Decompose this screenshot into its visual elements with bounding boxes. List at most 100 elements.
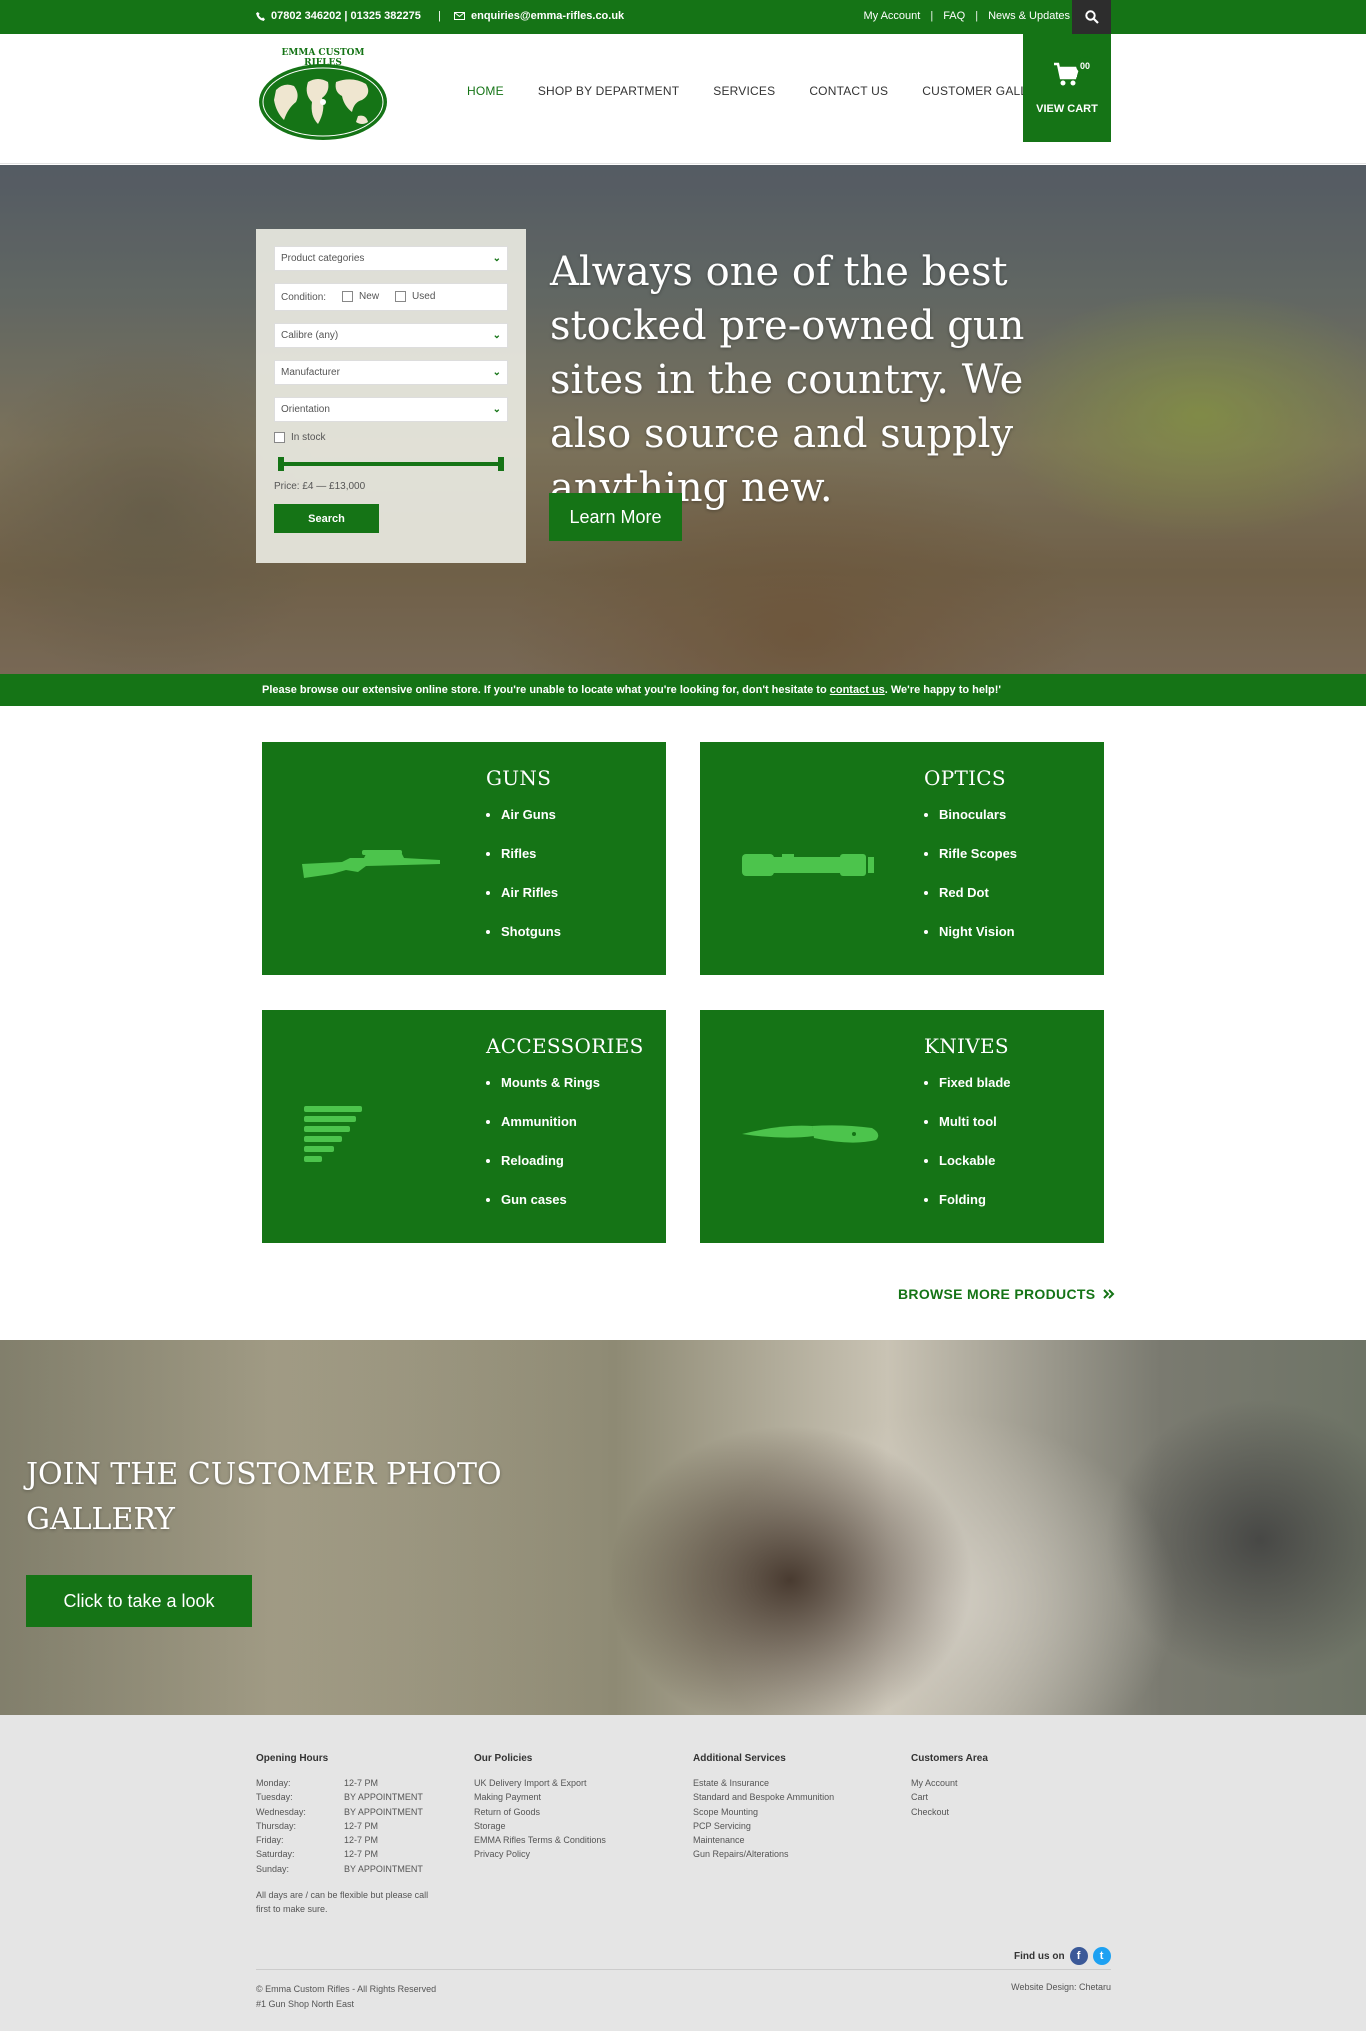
learn-more-button[interactable]: Learn More xyxy=(549,493,682,541)
in-stock-checkbox[interactable] xyxy=(274,432,285,443)
nav-contact-us[interactable]: CONTACT US xyxy=(809,84,888,98)
price-range-text: Price: £4 — £13,000 xyxy=(274,481,366,492)
checkbox[interactable] xyxy=(395,291,407,303)
price-slider-max-handle[interactable] xyxy=(498,457,504,471)
search-button[interactable] xyxy=(1072,0,1111,34)
category-link[interactable]: Shotguns xyxy=(486,924,561,963)
category-card-optics[interactable]: OPTICS Binoculars Rifle Scopes Red Dot N… xyxy=(700,742,1104,975)
hours-day: Friday: xyxy=(256,1835,284,1846)
condition-used-option[interactable]: Used xyxy=(395,291,436,303)
category-link[interactable]: Ammunition xyxy=(486,1114,600,1153)
link-my-account[interactable]: My Account xyxy=(863,10,920,22)
footer-link[interactable]: Estate & Insurance xyxy=(693,1776,834,1790)
footer-link[interactable]: Scope Mounting xyxy=(693,1805,834,1819)
footer-link[interactable]: PCP Servicing xyxy=(693,1819,834,1833)
hours-time: BY APPOINTMENT xyxy=(344,1863,423,1874)
browse-info-bar: Please browse our extensive online store… xyxy=(0,674,1366,706)
in-stock-option[interactable]: In stock xyxy=(274,432,508,443)
category-link[interactable]: Fixed blade xyxy=(924,1075,1011,1114)
category-link[interactable]: Rifle Scopes xyxy=(924,846,1017,885)
checkbox[interactable] xyxy=(342,291,354,303)
hours-time: 12-7 PM xyxy=(344,1778,379,1788)
condition-new-option[interactable]: New xyxy=(342,291,380,303)
category-link[interactable]: Lockable xyxy=(924,1153,1011,1192)
nav-shop-by-department[interactable]: SHOP BY DEPARTMENT xyxy=(538,84,679,98)
select-value: Product categories xyxy=(281,253,365,264)
email-contact[interactable]: enquiries@emma-rifles.co.uk xyxy=(454,10,624,22)
facebook-icon[interactable]: f xyxy=(1069,1947,1088,1965)
option-label: Used xyxy=(412,291,436,303)
footer-copyright: © Emma Custom Rifles - All Rights Reserv… xyxy=(256,1982,436,2012)
category-card-accessories[interactable]: ACCESSORIES Mounts & Rings Ammunition Re… xyxy=(262,1010,666,1243)
browse-more-products-link[interactable]: BROWSE MORE PRODUCTS xyxy=(898,1286,1115,1302)
category-card-knives[interactable]: KNIVES Fixed blade Multi tool Lockable F… xyxy=(700,1010,1104,1243)
category-card-guns[interactable]: GUNS Air Guns Rifles Air Rifles Shotguns xyxy=(262,742,666,975)
category-link[interactable]: Rifles xyxy=(486,846,561,885)
link-news[interactable]: News & Updates xyxy=(988,10,1070,22)
hours-row: Saturday: 12-7 PM xyxy=(256,1847,436,1861)
site-logo[interactable]: EMMA CUSTOM RIFLES xyxy=(256,42,390,146)
website-design-credit[interactable]: Website Design: Chetaru xyxy=(1011,1982,1111,1992)
footer-link[interactable]: Storage xyxy=(474,1819,606,1833)
browse-more-label: BROWSE MORE PRODUCTS xyxy=(898,1286,1096,1302)
category-link[interactable]: Night Vision xyxy=(924,924,1017,963)
category-link[interactable]: Gun cases xyxy=(486,1192,600,1231)
category-link[interactable]: Air Rifles xyxy=(486,885,561,924)
select-value: Orientation xyxy=(281,404,330,415)
footer-link[interactable]: Standard and Bespoke Ammunition xyxy=(693,1790,834,1804)
hours-day: Thursday: xyxy=(256,1820,297,1831)
footer-link[interactable]: UK Delivery Import & Export xyxy=(474,1776,606,1790)
footer-link[interactable]: Privacy Policy xyxy=(474,1847,606,1861)
manufacturer-select[interactable]: Manufacturer ⌄ xyxy=(274,360,508,385)
nav-home[interactable]: HOME xyxy=(467,84,504,98)
gallery-title: JOIN THE CUSTOMER PHOTO GALLERY xyxy=(26,1457,502,1537)
footer-link[interactable]: Cart xyxy=(911,1790,988,1804)
footer-link[interactable]: Maintenance xyxy=(693,1833,834,1847)
product-categories-select[interactable]: Product categories ⌄ xyxy=(274,246,508,271)
email-address: enquiries@emma-rifles.co.uk xyxy=(471,10,625,22)
category-link[interactable]: Binoculars xyxy=(924,807,1017,846)
topbar-links: My Account | FAQ | News & Updates xyxy=(863,10,1070,22)
category-list: Mounts & Rings Ammunition Reloading Gun … xyxy=(486,1075,600,1231)
footer-divider xyxy=(256,1969,1111,1970)
chevron-down-icon: ⌄ xyxy=(492,330,501,341)
category-link[interactable]: Air Guns xyxy=(486,807,561,846)
footer-services: Additional Services Estate & Insurance S… xyxy=(693,1753,834,1862)
calibre-select[interactable]: Calibre (any) ⌄ xyxy=(274,323,508,348)
category-link[interactable]: Mounts & Rings xyxy=(486,1075,600,1114)
orientation-select[interactable]: Orientation ⌄ xyxy=(274,397,508,422)
in-stock-label: In stock xyxy=(291,432,326,443)
footer-link[interactable]: Gun Repairs/Alterations xyxy=(693,1847,834,1861)
hours-row: Thursday: 12-7 PM xyxy=(256,1819,436,1833)
copyright-text: © Emma Custom Rifles - All Rights Reserv… xyxy=(256,1984,437,1994)
category-title: KNIVES xyxy=(924,1034,1009,1058)
option-label: New xyxy=(359,291,380,303)
category-title: ACCESSORIES xyxy=(486,1034,644,1058)
phone-contact[interactable]: 07802 346202 | 01325 382275 xyxy=(256,10,421,22)
product-filter-panel: Product categories ⌄ Condition: New Used … xyxy=(256,229,526,563)
nav-services[interactable]: SERVICES xyxy=(713,84,775,98)
view-cart-label: VIEW CART xyxy=(1036,103,1098,115)
footer-link[interactable]: Making Payment xyxy=(474,1790,606,1804)
site-header: EMMA CUSTOM RIFLES HOME SHOP BY DEPARTME… xyxy=(0,34,1366,164)
category-link[interactable]: Red Dot xyxy=(924,885,1017,924)
view-cart-button[interactable]: 00 VIEW CART xyxy=(1023,34,1111,142)
main-nav: HOME SHOP BY DEPARTMENT SERVICES CONTACT… xyxy=(467,84,1086,98)
chevron-down-icon: ⌄ xyxy=(492,253,501,264)
price-slider[interactable] xyxy=(278,457,504,471)
link-faq[interactable]: FAQ xyxy=(943,10,965,22)
footer-link[interactable]: EMMA Rifles Terms & Conditions xyxy=(474,1833,606,1847)
twitter-icon[interactable]: t xyxy=(1092,1947,1111,1965)
footer-link[interactable]: My Account xyxy=(911,1776,988,1790)
search-button[interactable]: Search xyxy=(274,504,379,533)
price-slider-min-handle[interactable] xyxy=(278,457,284,471)
category-link[interactable]: Reloading xyxy=(486,1153,600,1192)
footer-customers-area: Customers Area My Account Cart Checkout xyxy=(911,1753,988,1819)
category-list: Binoculars Rifle Scopes Red Dot Night Vi… xyxy=(924,807,1017,963)
gallery-look-button[interactable]: Click to take a look xyxy=(26,1575,252,1627)
contact-us-link[interactable]: contact us xyxy=(830,684,885,696)
category-link[interactable]: Multi tool xyxy=(924,1114,1011,1153)
category-link[interactable]: Folding xyxy=(924,1192,1011,1231)
footer-link[interactable]: Return of Goods xyxy=(474,1805,606,1819)
footer-link[interactable]: Checkout xyxy=(911,1805,988,1819)
